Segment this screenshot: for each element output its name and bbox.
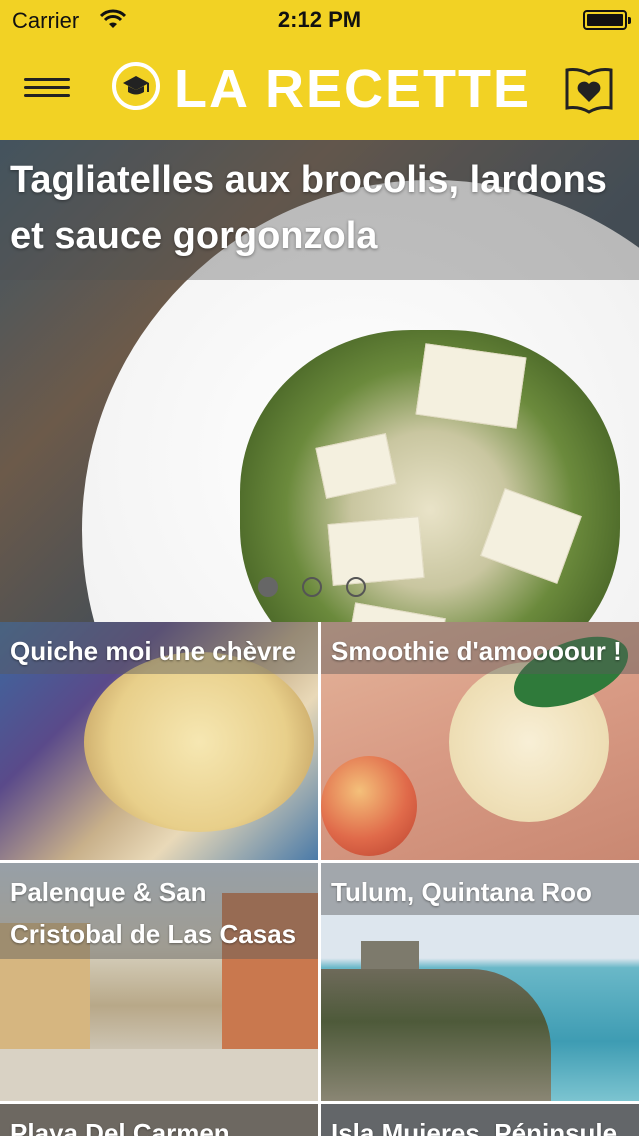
cliff-image [321, 969, 551, 1101]
carousel-dot-1[interactable] [258, 577, 278, 597]
heart-book-icon [565, 68, 613, 114]
recipe-tile[interactable]: Palenque & San Cristobal de Las Casas [0, 863, 318, 1101]
status-bar: Carrier 2:12 PM [0, 0, 639, 40]
recipe-tile[interactable]: Isla Mujeres, Péninsule [321, 1104, 639, 1136]
app-title: LA RECETTE [174, 59, 531, 119]
cheese-shaving [415, 343, 527, 429]
favorites-button[interactable] [563, 64, 615, 116]
peach-image [321, 756, 417, 856]
menu-button[interactable] [24, 78, 72, 104]
recipe-title: Playa Del Carmen [10, 1118, 230, 1136]
recipe-tile[interactable]: Smoothie d'amoooour ! [321, 622, 639, 860]
recipe-title: Quiche moi une chèvre [10, 636, 297, 666]
cheese-shaving [327, 516, 425, 586]
carousel-dot-3[interactable] [346, 577, 366, 597]
recipe-title: Palenque & San Cristobal de Las Casas [10, 877, 297, 949]
recipe-grid: Quiche moi une chèvre Smoothie d'amoooou… [0, 622, 639, 1136]
carousel-pagination [258, 577, 390, 602]
recipe-tile[interactable]: Quiche moi une chèvre [0, 622, 318, 860]
recipe-title: Isla Mujeres, Péninsule [331, 1118, 618, 1136]
battery-icon [583, 10, 631, 30]
carousel-dot-2[interactable] [302, 577, 322, 597]
recipe-title: Tulum, Quintana Roo [331, 877, 592, 907]
featured-recipe-carousel[interactable]: Tagliatelles aux brocolis, lardons et sa… [0, 140, 639, 622]
recipe-title: Smoothie d'amoooour ! [331, 636, 622, 666]
recipe-tile[interactable]: Tulum, Quintana Roo [321, 863, 639, 1101]
hamburger-menu-icon [24, 78, 72, 97]
quiche-image [84, 652, 314, 832]
app-header: LA RECETTE [0, 40, 639, 140]
graduation-cap-icon [112, 62, 160, 110]
featured-recipe-title: Tagliatelles aux brocolis, lardons et sa… [10, 159, 607, 257]
clock: 2:12 PM [277, 7, 362, 32]
street-image [0, 1049, 318, 1101]
recipe-tile[interactable]: Playa Del Carmen [0, 1104, 318, 1136]
app-logo: LA RECETTE [112, 59, 529, 119]
